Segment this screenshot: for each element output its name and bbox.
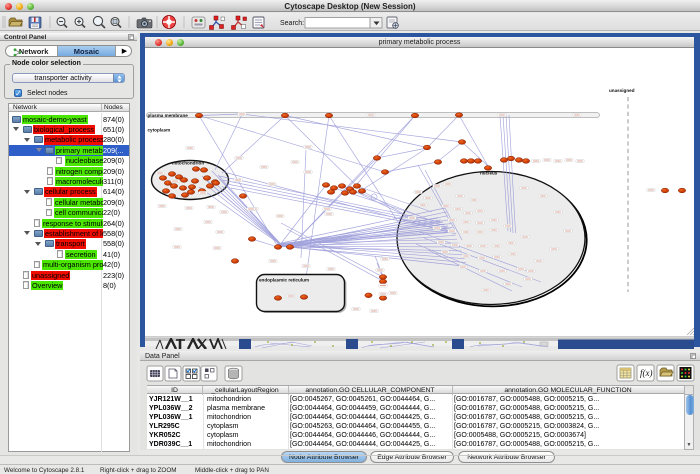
svg-text:cytoplasm: cytoplasm <box>148 128 171 133</box>
svg-text:Search:: Search: <box>280 20 304 27</box>
svg-text:nucleus: nucleus <box>480 171 498 176</box>
svg-text:unassigned: unassigned <box>609 88 635 93</box>
svg-text:mitochondrion: mitochondrion <box>172 161 204 166</box>
svg-text:f(x): f(x) <box>640 368 653 378</box>
svg-text:endoplasmic reticulum: endoplasmic reticulum <box>259 278 309 283</box>
svg-text:plasma membrane: plasma membrane <box>148 113 189 118</box>
